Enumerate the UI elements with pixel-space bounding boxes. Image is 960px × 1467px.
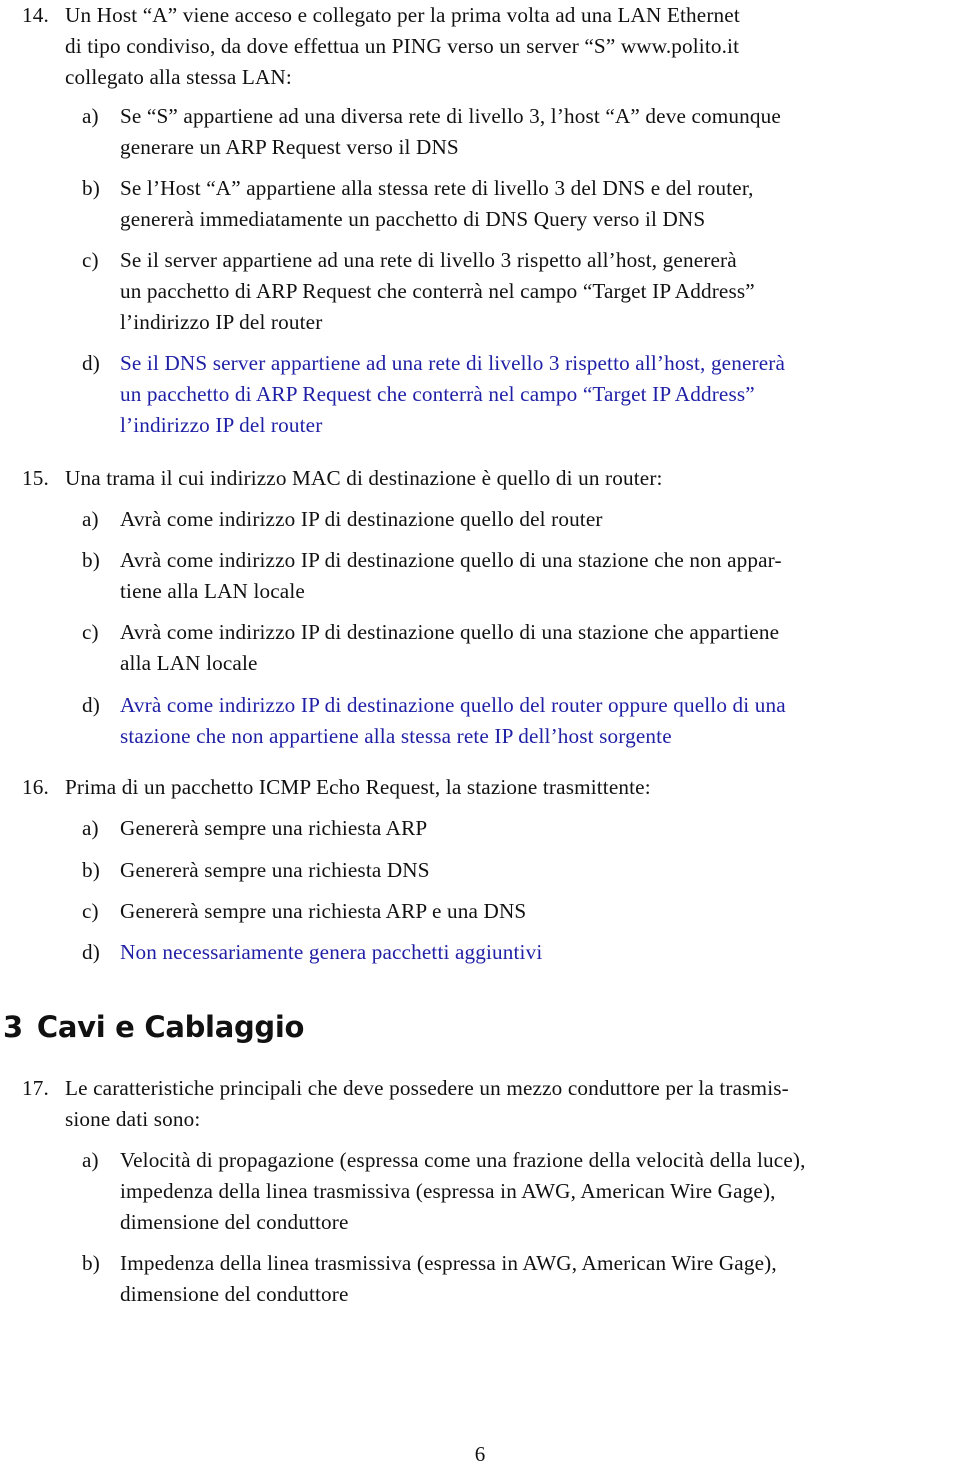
option-line: Se il server appartiene ad una rete di l… xyxy=(120,248,737,272)
option-line: alla LAN locale xyxy=(120,651,258,675)
option-line: Avrà come indirizzo IP di destinazione q… xyxy=(120,693,786,717)
section-heading: 3 Cavi e Cablaggio xyxy=(3,1007,304,1047)
option-line: Genererà sempre una richiesta ARP xyxy=(120,816,428,840)
question-line: Una trama il cui indirizzo MAC di destin… xyxy=(65,466,663,490)
option-text: Avrà come indirizzo IP di destinazione q… xyxy=(120,617,957,679)
option-line: un pacchetto di ARP Request che conterrà… xyxy=(120,279,755,303)
option-line: Se il DNS server appartiene ad una rete … xyxy=(120,351,786,375)
option-text: Se “S” appartiene ad una diversa rete di… xyxy=(120,101,957,163)
option-text: Se il server appartiene ad una rete di l… xyxy=(120,245,957,338)
question-number: 14. xyxy=(22,3,49,27)
option-label: b) xyxy=(82,858,100,882)
option-label: c) xyxy=(82,248,99,272)
option-label: a) xyxy=(82,816,99,840)
option-label: b) xyxy=(82,548,100,572)
question-text: Un Host “A” viene acceso e collegato per… xyxy=(65,0,957,93)
option-line: Avrà come indirizzo IP di destinazione q… xyxy=(120,548,782,572)
correct-answer-text: Se il DNS server appartiene ad una rete … xyxy=(120,348,957,441)
option-line: dimensione del conduttore xyxy=(120,1282,349,1306)
question-number: 16. xyxy=(22,775,49,799)
option-text: Genererà sempre una richiesta ARP xyxy=(120,813,957,844)
option-line: Avrà come indirizzo IP di destinazione q… xyxy=(120,620,780,644)
option-line: Genererà sempre una richiesta DNS xyxy=(120,858,430,882)
page-number: 6 xyxy=(474,1442,486,1466)
option-label: d) xyxy=(82,693,100,717)
option-line: l’indirizzo IP del router xyxy=(120,413,323,437)
option-label: d) xyxy=(82,940,100,964)
option-text: Se l’Host “A” appartiene alla stessa ret… xyxy=(120,173,957,235)
question-line: Le caratteristiche principali che deve p… xyxy=(65,1076,789,1100)
option-text: Genererà sempre una richiesta DNS xyxy=(120,855,957,886)
section-number: 3 xyxy=(3,1010,23,1044)
option-line: impedenza della linea trasmissiva (espre… xyxy=(120,1179,776,1203)
option-line: Impedenza della linea trasmissiva (espre… xyxy=(120,1251,777,1275)
option-line: l’indirizzo IP del router xyxy=(120,310,323,334)
option-line: genererà immediatamente un pacchetto di … xyxy=(120,207,706,231)
correct-answer-text: Non necessariamente genera pacchetti agg… xyxy=(120,937,957,968)
option-label: b) xyxy=(82,1251,100,1275)
option-line: Genererà sempre una richiesta ARP e una … xyxy=(120,899,527,923)
option-line: tiene alla LAN locale xyxy=(120,579,305,603)
question-number: 15. xyxy=(22,466,49,490)
option-line: generare un ARP Request verso il DNS xyxy=(120,135,459,159)
option-text: Genererà sempre una richiesta ARP e una … xyxy=(120,896,957,927)
option-line: Se “S” appartiene ad una diversa rete di… xyxy=(120,104,781,128)
question-line: Prima di un pacchetto ICMP Echo Request,… xyxy=(65,775,651,799)
option-label: a) xyxy=(82,1148,99,1172)
option-text: Impedenza della linea trasmissiva (espre… xyxy=(120,1248,957,1310)
option-line: stazione che non appartiene alla stessa … xyxy=(120,724,672,748)
option-line: Non necessariamente genera pacchetti agg… xyxy=(120,940,543,964)
section-title: Cavi e Cablaggio xyxy=(36,1010,305,1044)
correct-answer-text: Avrà come indirizzo IP di destinazione q… xyxy=(120,690,957,752)
option-label: d) xyxy=(82,351,100,375)
option-line: un pacchetto di ARP Request che conterrà… xyxy=(120,382,755,406)
question-number: 17. xyxy=(22,1076,49,1100)
question-line: sione dati sono: xyxy=(65,1107,201,1131)
option-label: b) xyxy=(82,176,100,200)
option-label: a) xyxy=(82,104,99,128)
option-label: c) xyxy=(82,899,99,923)
question-text: Prima di un pacchetto ICMP Echo Request,… xyxy=(65,772,957,803)
option-line: Velocità di propagazione (espressa come … xyxy=(120,1148,806,1172)
option-text: Avrà come indirizzo IP di destinazione q… xyxy=(120,504,957,535)
question-text: Una trama il cui indirizzo MAC di destin… xyxy=(65,463,957,494)
question-line: collegato alla stessa LAN: xyxy=(65,65,292,89)
option-label: c) xyxy=(82,620,99,644)
option-line: Avrà come indirizzo IP di destinazione q… xyxy=(120,507,603,531)
option-line: Se l’Host “A” appartiene alla stessa ret… xyxy=(120,176,754,200)
option-label: a) xyxy=(82,507,99,531)
option-text: Velocità di propagazione (espressa come … xyxy=(120,1145,957,1238)
question-line: di tipo condiviso, da dove effettua un P… xyxy=(65,34,740,58)
question-text: Le caratteristiche principali che deve p… xyxy=(65,1073,957,1135)
option-text: Avrà come indirizzo IP di destinazione q… xyxy=(120,545,957,607)
option-line: dimensione del conduttore xyxy=(120,1210,349,1234)
question-line: Un Host “A” viene acceso e collegato per… xyxy=(65,3,740,27)
